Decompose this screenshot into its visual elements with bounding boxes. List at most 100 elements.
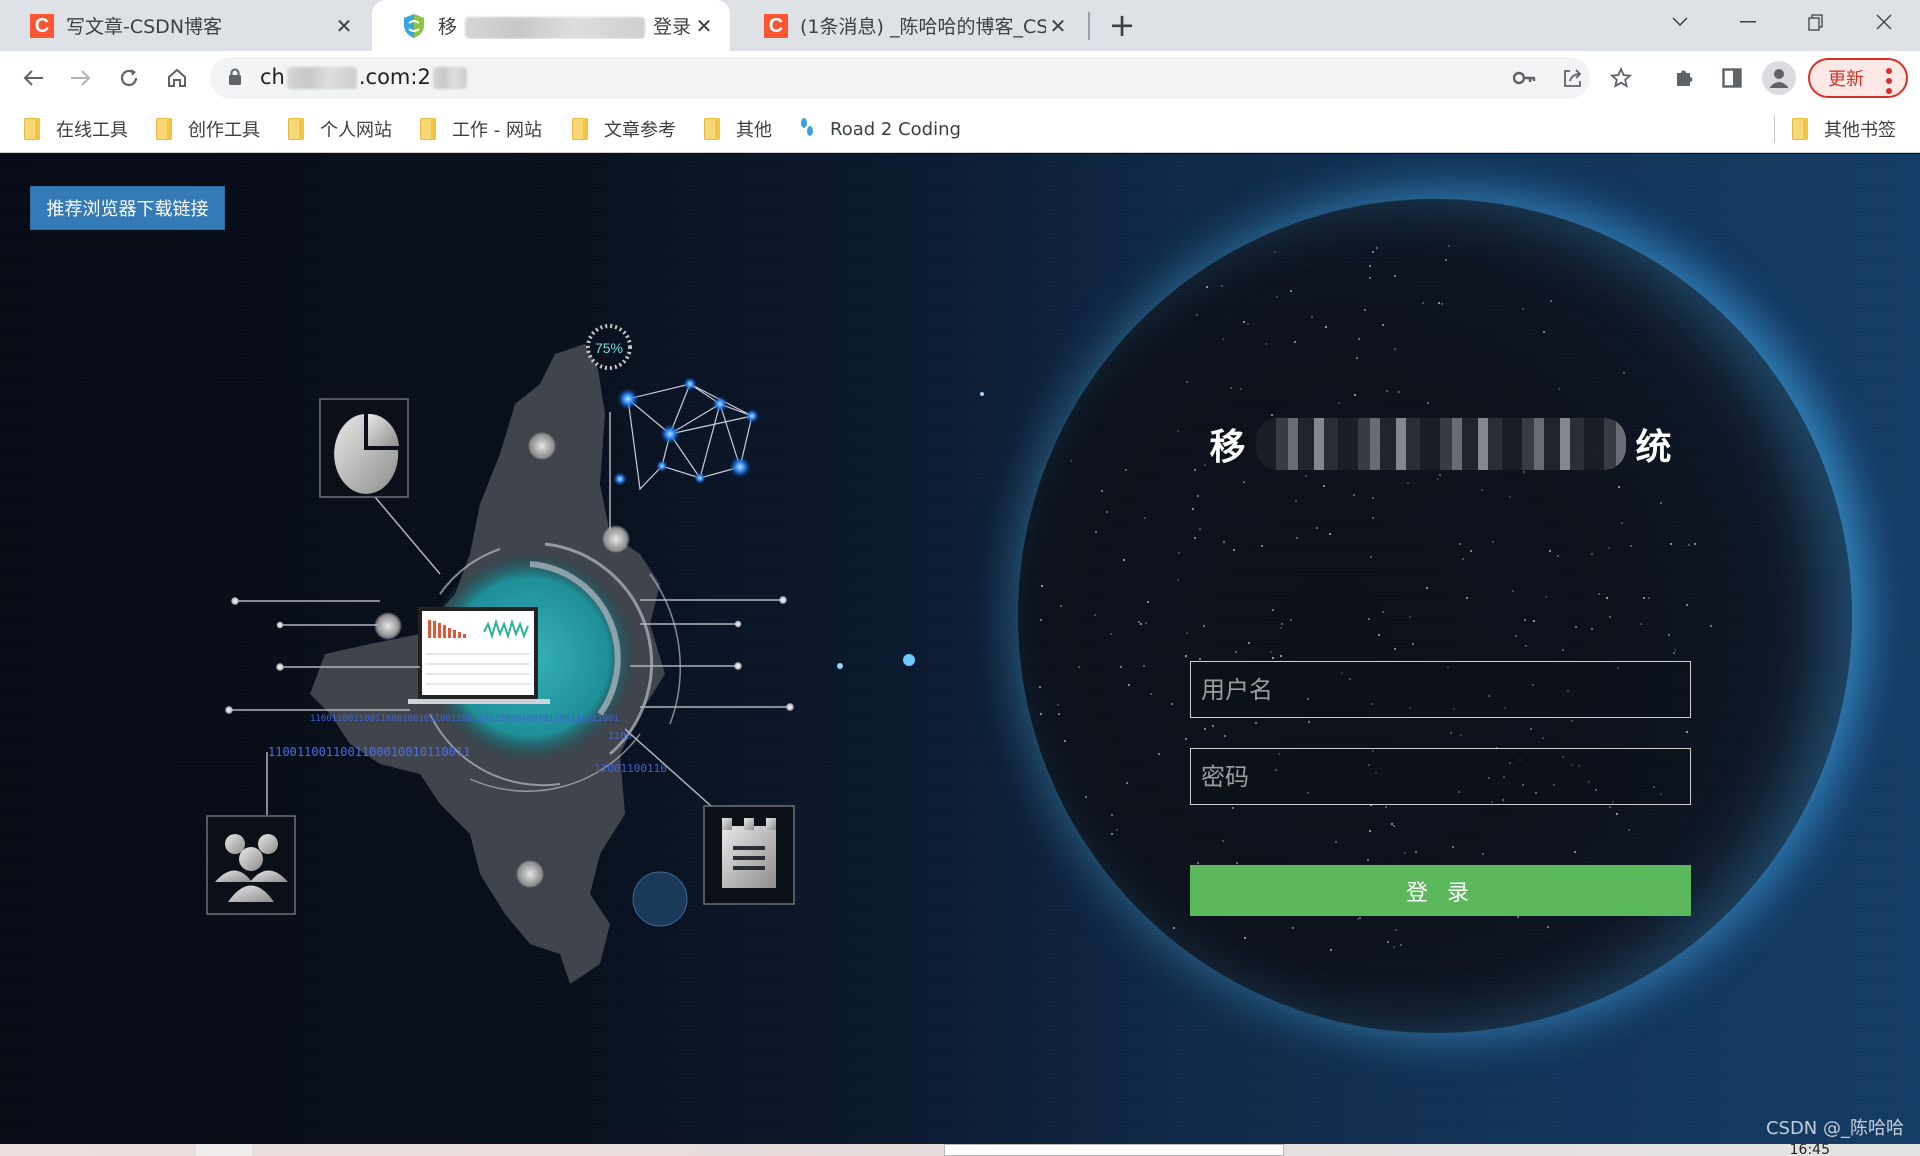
taskbar: 16:45 <box>0 1142 1920 1156</box>
city-light <box>1144 516 1147 519</box>
city-light <box>1411 643 1414 646</box>
close-icon[interactable]: ✕ <box>332 14 356 38</box>
city-light <box>1069 459 1072 462</box>
address-bar[interactable]: ch .com:2 <box>210 57 1632 99</box>
city-light <box>1530 727 1533 730</box>
city-light <box>1177 578 1180 581</box>
share-icon[interactable] <box>1560 65 1586 91</box>
city-light <box>1186 380 1189 383</box>
back-icon[interactable] <box>16 61 50 95</box>
city-light <box>1575 626 1578 629</box>
city-light <box>1221 840 1224 843</box>
tab-csdn-write[interactable]: C 写文章-CSDN博客 ✕ <box>0 0 370 51</box>
city-light <box>1272 657 1274 660</box>
home-icon[interactable] <box>160 61 194 95</box>
city-light <box>1101 490 1104 493</box>
reload-icon[interactable] <box>112 61 146 95</box>
city-light <box>1125 781 1128 784</box>
city-light <box>1686 731 1689 734</box>
city-light <box>1393 824 1396 827</box>
city-light <box>1369 555 1372 558</box>
city-light <box>1368 830 1371 833</box>
city-light <box>1694 543 1697 546</box>
bookmark-creation-tools[interactable]: 创作工具 <box>156 115 260 143</box>
city-light <box>1372 497 1375 500</box>
city-light <box>1127 684 1130 687</box>
city-light <box>1139 622 1142 625</box>
bookmark-personal-sites[interactable]: 个人网站 <box>288 115 392 143</box>
city-light <box>1397 390 1400 393</box>
tab-login[interactable]: 移登录 ✕ <box>372 0 730 51</box>
city-light <box>1394 274 1397 277</box>
city-light <box>1422 302 1425 305</box>
city-light <box>1334 840 1337 843</box>
close-icon[interactable]: ✕ <box>1046 14 1070 38</box>
close-icon[interactable]: ✕ <box>692 14 716 38</box>
city-light <box>1668 633 1671 636</box>
city-light <box>1609 616 1612 619</box>
city-light <box>1627 829 1630 832</box>
city-light <box>1224 735 1227 738</box>
city-light <box>1116 829 1119 832</box>
url-text[interactable]: ch .com:2 <box>260 65 467 89</box>
menu-dots-icon[interactable] <box>1886 68 1892 94</box>
taskbar-item[interactable] <box>196 1144 252 1156</box>
city-light <box>1357 337 1360 340</box>
city-light <box>1265 343 1268 346</box>
folder-icon <box>156 118 172 140</box>
browser-download-button[interactable]: 推荐浏览器下载链接 <box>30 186 225 230</box>
progress-badge: 75% <box>586 324 632 370</box>
city-light <box>1056 703 1059 706</box>
city-light <box>1648 597 1651 600</box>
star-icon[interactable] <box>1608 65 1634 91</box>
city-light <box>1063 740 1066 743</box>
city-light <box>1639 623 1642 626</box>
key-icon[interactable] <box>1512 65 1538 91</box>
tab-title: 写文章-CSDN博客 <box>66 16 223 38</box>
username-input[interactable] <box>1201 662 1680 717</box>
city-light <box>1325 325 1328 328</box>
plus-icon[interactable]: + <box>1105 6 1139 44</box>
restore-icon[interactable] <box>1788 0 1844 44</box>
folder-icon <box>24 118 40 140</box>
redacted-text <box>1255 418 1626 470</box>
close-window-icon[interactable] <box>1856 0 1912 44</box>
extensions-icon[interactable] <box>1668 62 1700 94</box>
city-light <box>1186 631 1189 634</box>
city-light <box>1119 666 1122 669</box>
users-card <box>206 815 296 915</box>
bookmark-article-refs[interactable]: 文章参考 <box>572 115 676 143</box>
chevron-down-icon[interactable] <box>1652 0 1708 44</box>
minimize-icon[interactable] <box>1720 0 1776 44</box>
forward-icon[interactable] <box>64 61 98 95</box>
folder-icon <box>1792 118 1808 140</box>
bookmark-online-tools[interactable]: 在线工具 <box>24 115 128 143</box>
bookmark-road2coding[interactable]: Road 2 Coding <box>798 115 961 143</box>
city-light <box>1514 634 1517 637</box>
bookmark-work-sites[interactable]: 工作 - 网站 <box>420 115 542 143</box>
city-light <box>1329 532 1332 535</box>
sidepanel-icon[interactable] <box>1716 62 1748 94</box>
lock-icon[interactable] <box>228 68 242 90</box>
city-light <box>1415 850 1418 853</box>
profile-icon[interactable] <box>1762 61 1796 95</box>
city-light <box>1356 917 1359 920</box>
city-light <box>1542 330 1545 333</box>
login-button[interactable]: 登 录 <box>1190 865 1691 916</box>
update-button[interactable]: 更新 <box>1808 58 1908 98</box>
city-light <box>1459 733 1462 736</box>
bookmarks-bar: 在线工具 创作工具 个人网站 工作 - 网站 文章参考 其他 Road 2 Co… <box>0 105 1920 153</box>
city-light <box>1269 651 1272 654</box>
bookmark-other-bookmarks[interactable]: 其他书签 <box>1792 115 1896 143</box>
city-light <box>1548 549 1551 552</box>
stars <box>837 392 984 669</box>
city-light <box>1281 623 1284 626</box>
password-input[interactable] <box>1201 749 1680 804</box>
bookmark-other[interactable]: 其他 <box>704 115 772 143</box>
tab-csdn-blog[interactable]: C (1条消息) _陈哈哈的博客_CSDN博 ✕ <box>734 0 1084 51</box>
username-field[interactable] <box>1190 661 1691 718</box>
city-light <box>1322 485 1325 488</box>
password-field[interactable] <box>1190 748 1691 805</box>
city-light <box>1367 859 1370 862</box>
taskbar-search[interactable] <box>944 1144 1284 1156</box>
